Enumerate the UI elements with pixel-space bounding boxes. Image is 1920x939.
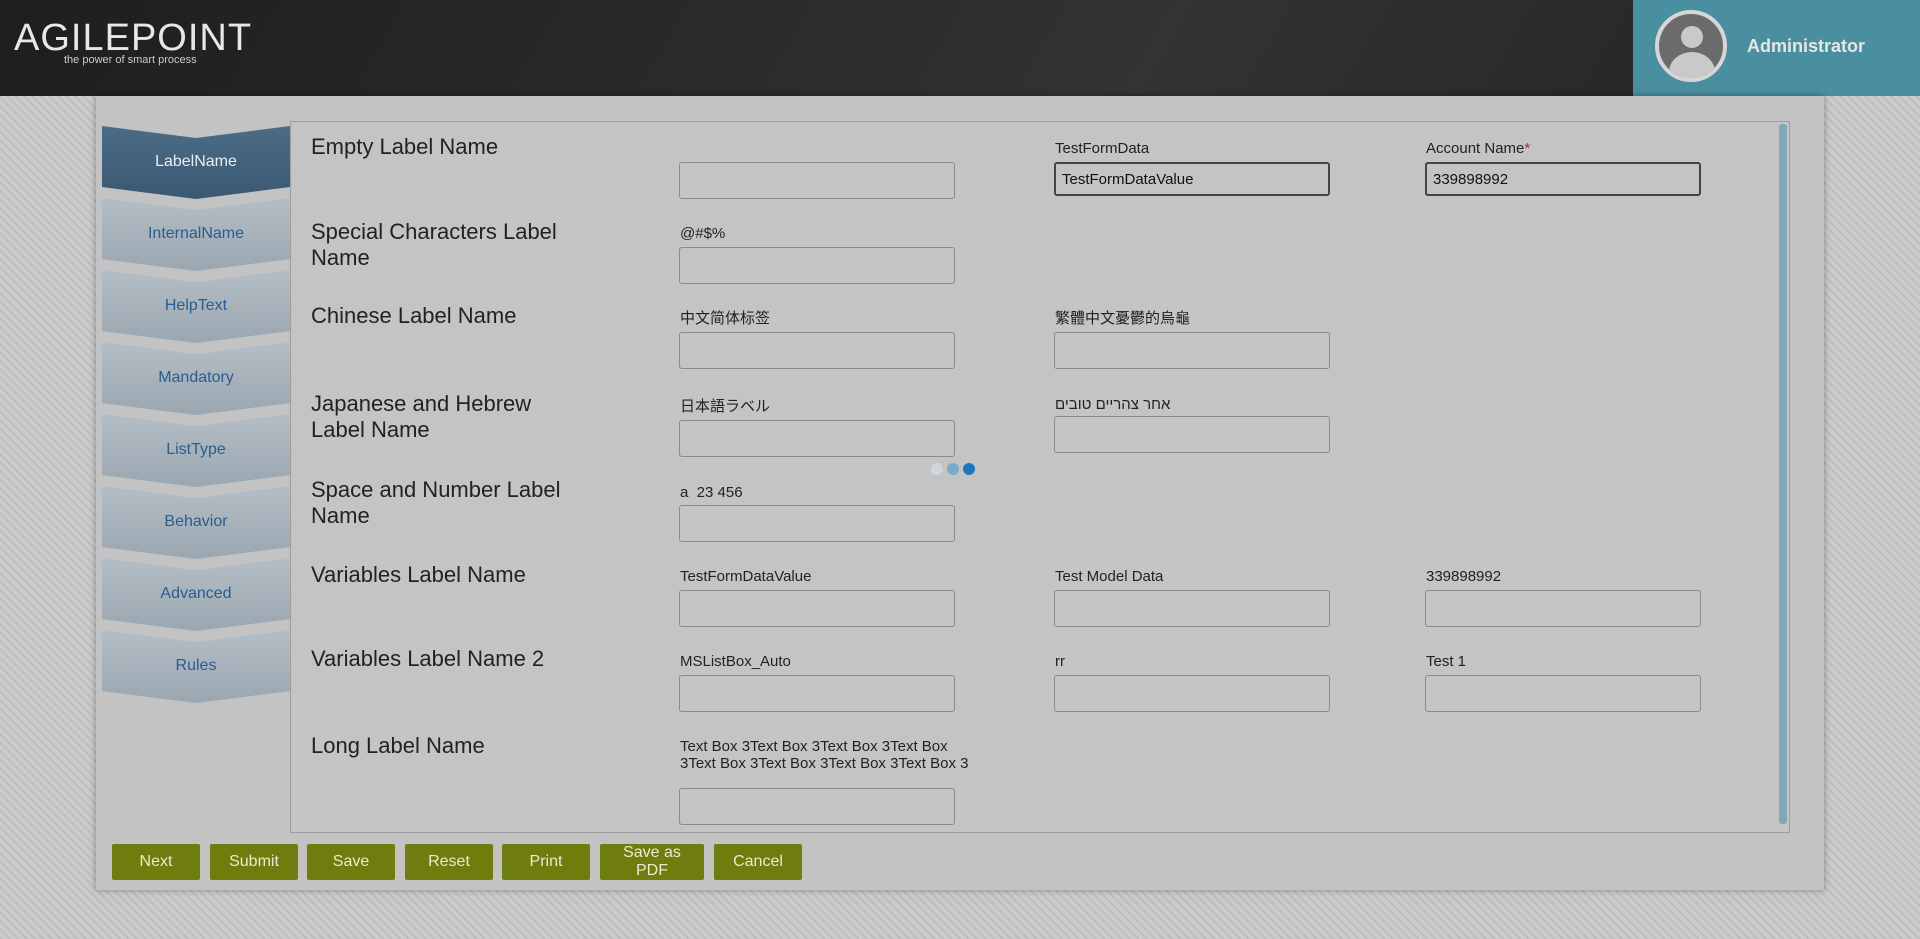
field-label-var-test-model-data: Test Model Data [1055, 568, 1164, 585]
field-label-special-chars: @#$% [680, 225, 726, 242]
var-test1-input[interactable] [1425, 675, 1701, 712]
next-button[interactable]: Next [112, 844, 200, 880]
loading-indicator-icon [931, 462, 981, 476]
row-label-empty: Empty Label Name [311, 134, 499, 159]
tab-internalname[interactable]: InternalName [102, 198, 290, 271]
empty-label-input[interactable] [679, 162, 955, 199]
logo-text: AGILEPOINT [14, 17, 253, 59]
field-label-var-rr: rr [1055, 653, 1065, 670]
tab-mandatory[interactable]: Mandatory [102, 342, 290, 415]
tab-behavior[interactable]: Behavior [102, 486, 290, 559]
row-label-special-characters: Special Characters Label Name [311, 219, 557, 270]
field-label-hebrew: אחר צהריים טובים [1055, 396, 1171, 413]
tab-listtype[interactable]: ListType [102, 414, 290, 487]
save-button[interactable]: Save [307, 844, 395, 880]
space-number-input[interactable] [679, 505, 955, 542]
user-panel[interactable]: Administrator [1633, 0, 1920, 96]
account-name-text: Account Name [1426, 140, 1525, 157]
chinese-simplified-input[interactable] [679, 332, 955, 369]
chinese-traditional-input[interactable] [1054, 332, 1330, 369]
tab-label: LabelName [155, 152, 237, 170]
agilepoint-logo: AGILEPOINT the power of smart process [14, 18, 252, 66]
tab-label: Behavior [164, 512, 228, 530]
field-label-testformdata: TestFormData [1055, 140, 1150, 157]
field-label-chinese-traditional: 繁體中文憂鬱的烏龜 [1055, 310, 1191, 327]
field-label-japanese: 日本語ラベル [680, 398, 771, 415]
tab-labelname[interactable]: LabelName [102, 126, 290, 199]
user-avatar-icon[interactable] [1655, 10, 1727, 82]
long-label-input[interactable] [679, 788, 955, 825]
field-label-space-number: a 23 456 [680, 484, 743, 501]
row-label-long: Long Label Name [311, 733, 485, 758]
tab-label: Mandatory [158, 368, 234, 386]
row-label-variables-2: Variables Label Name 2 [311, 646, 545, 671]
testformdata-input[interactable] [1054, 162, 1330, 196]
app-header: AGILEPOINT the power of smart process Ad… [0, 0, 1920, 96]
tab-helptext[interactable]: HelpText [102, 270, 290, 343]
var-mslistbox-input[interactable] [679, 675, 955, 712]
japanese-input[interactable] [679, 420, 955, 457]
row-label-japanese-hebrew: Japanese and Hebrew Label Name [311, 391, 532, 442]
user-name[interactable]: Administrator [1747, 36, 1865, 57]
var-test-model-data-input[interactable] [1054, 590, 1330, 627]
field-label-var-testformdatavalue: TestFormDataValue [680, 568, 812, 585]
row-label-space-number: Space and Number Label Name [311, 477, 561, 528]
field-label-var-test1: Test 1 [1426, 653, 1467, 670]
save-as-pdf-button[interactable]: Save as PDF [600, 844, 704, 880]
form-panel: LabelName InternalName HelpText Mandator… [96, 96, 1824, 890]
field-label-account-name: Account Name* [1426, 140, 1530, 157]
field-label-chinese-simplified: 中文简体标签 [680, 310, 771, 327]
reset-button[interactable]: Reset [405, 844, 493, 880]
vertical-tab-nav: LabelName InternalName HelpText Mandator… [102, 126, 290, 702]
var-rr-input[interactable] [1054, 675, 1330, 712]
row-label-chinese: Chinese Label Name [311, 303, 517, 328]
cancel-button[interactable]: Cancel [714, 844, 802, 880]
tab-advanced[interactable]: Advanced [102, 558, 290, 631]
tab-label: Advanced [160, 584, 232, 602]
var-testformdatavalue-input[interactable] [679, 590, 955, 627]
tab-label: HelpText [164, 296, 228, 314]
tab-rules[interactable]: Rules [102, 630, 290, 703]
field-label-var-339898992: 339898992 [1426, 568, 1502, 585]
tab-label: Rules [175, 656, 217, 674]
var-339898992-input[interactable] [1425, 590, 1701, 627]
vertical-scrollbar[interactable] [1779, 124, 1787, 824]
tab-label: InternalName [147, 224, 245, 242]
submit-button[interactable]: Submit [210, 844, 298, 880]
field-label-long: Text Box 3Text Box 3Text Box 3Text Box 3… [680, 738, 969, 772]
print-button[interactable]: Print [502, 844, 590, 880]
field-label-var-mslistbox: MSListBox_Auto [680, 653, 791, 670]
form-content-area: Empty Label Name TestFormData Account Na… [290, 121, 1790, 833]
required-marker: * [1524, 140, 1531, 157]
special-chars-input[interactable] [679, 247, 955, 284]
tab-label: ListType [166, 440, 226, 458]
hebrew-input[interactable] [1054, 416, 1330, 453]
account-name-input[interactable] [1425, 162, 1701, 196]
row-label-variables: Variables Label Name [311, 562, 526, 587]
